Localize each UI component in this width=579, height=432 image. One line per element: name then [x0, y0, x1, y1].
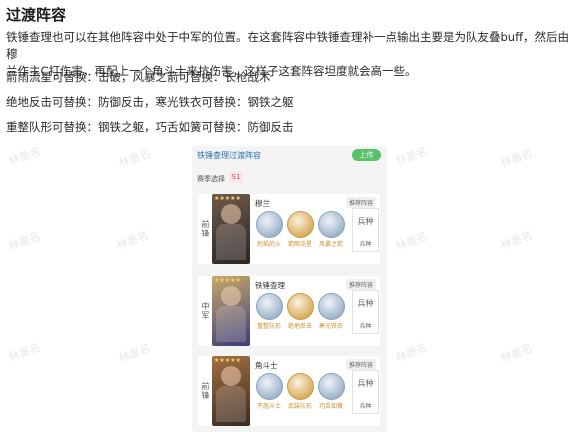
intro-line-1: 铁锤查理也可以在其他阵容中处于中军的位置。在这套阵容中铁锤查理补一点输出主要是为…	[6, 30, 570, 61]
hero-name: 铁锤查理	[255, 281, 285, 290]
lineup-card: 铁锤查理过渡阵容 上传 赛季选择 S1 前锋 ★★★★★ 穆兰 推荐阵容 烈焰的火 箭雨流…	[192, 146, 387, 432]
hero-body-icon	[216, 306, 246, 342]
skill-label: 寒光铁衣	[318, 323, 343, 330]
skill-label: 不屈斗士	[256, 403, 281, 410]
hero-role-label: 前锋	[201, 220, 210, 238]
replacement-line-1: 箭雨流星可替换：击破，风暴之箭可替换：长枪战术	[6, 70, 271, 84]
hero-figure-icon	[221, 366, 241, 386]
skill-icon[interactable]	[318, 293, 345, 320]
star-rating-icon: ★★★★★	[214, 277, 241, 284]
watermark: 林墨名	[498, 228, 535, 253]
skill-label: 风暴之箭	[318, 241, 343, 248]
troop-type-label: 兵种	[359, 403, 372, 410]
hero-figure-icon	[221, 204, 241, 224]
hero-body-icon	[216, 224, 246, 260]
season-label: 赛季选择	[197, 175, 225, 183]
skill-label: 重整队形	[256, 323, 281, 330]
hero-portrait[interactable]: ★★★★★	[212, 276, 250, 346]
skill-icon[interactable]	[256, 211, 283, 238]
replacement-line-3: 重整队形可替换：钢铁之躯，巧舌如簧可替换：防御反击	[6, 120, 294, 134]
troop-type-box[interactable]: 兵种 兵种	[352, 370, 379, 414]
watermark: 林墨名	[6, 340, 43, 365]
season-select[interactable]: S1	[229, 171, 243, 183]
section-title: 过渡阵容	[6, 6, 67, 24]
hero-name: 角斗士	[255, 361, 278, 370]
recommend-tag[interactable]: 推荐阵容	[346, 279, 377, 290]
troop-type-box[interactable]: 兵种 兵种	[352, 290, 379, 334]
watermark: 林墨名	[498, 341, 535, 366]
skill-icon[interactable]	[287, 293, 314, 320]
skill-label: 武装队形	[287, 403, 312, 410]
hero-role-label: 前锋	[201, 382, 210, 400]
skill-icon[interactable]	[287, 211, 314, 238]
skill-label: 绝地反击	[287, 323, 312, 330]
skill-icon[interactable]	[256, 373, 283, 400]
skill-label: 烈焰的火	[256, 241, 281, 248]
hero-figure-icon	[221, 286, 241, 306]
troop-type-box[interactable]: 兵种 兵种	[352, 208, 379, 252]
watermark: 林墨名	[393, 144, 430, 169]
skill-icon[interactable]	[318, 373, 345, 400]
hero-name: 穆兰	[255, 199, 270, 208]
lineup-card-title: 铁锤查理过渡阵容	[197, 151, 261, 160]
star-rating-icon: ★★★★★	[214, 195, 241, 202]
skill-label: 箭雨流星	[287, 241, 312, 248]
skill-icon[interactable]	[287, 373, 314, 400]
watermark: 林墨名	[393, 340, 430, 365]
replacement-line-2: 绝地反击可替换：防御反击，寒光铁衣可替换：钢铁之躯	[6, 95, 294, 109]
hero-portrait[interactable]: ★★★★★	[212, 356, 250, 426]
skill-icon[interactable]	[318, 211, 345, 238]
recommend-tag[interactable]: 推荐阵容	[346, 359, 377, 370]
watermark: 林墨名	[114, 228, 151, 253]
lineup-card-header: 铁锤查理过渡阵容 上传	[192, 146, 387, 166]
hero-portrait[interactable]: ★★★★★	[212, 194, 250, 264]
watermark: 林墨名	[116, 341, 153, 366]
upload-button[interactable]: 上传	[352, 149, 381, 161]
skill-icon[interactable]	[256, 293, 283, 320]
star-rating-icon: ★★★★★	[214, 357, 241, 364]
troop-type-icon: 兵种	[357, 299, 374, 308]
watermark: 林墨名	[6, 229, 43, 254]
hero-row: 前锋 ★★★★★ 穆兰 推荐阵容 烈焰的火 箭雨流星 风暴之箭 兵种 兵种	[198, 194, 380, 264]
skill-label: 巧舌如簧	[318, 403, 343, 410]
troop-type-icon: 兵种	[357, 217, 374, 226]
watermark: 林墨名	[6, 144, 43, 169]
hero-row: 中军 ★★★★★ 铁锤查理 推荐阵容 重整队形 绝地反击 寒光铁衣 兵种 兵种	[198, 276, 380, 346]
watermark: 林墨名	[498, 146, 535, 171]
hero-role-label: 中军	[201, 302, 210, 320]
watermark: 林墨名	[116, 146, 153, 171]
troop-type-label: 兵种	[359, 241, 372, 248]
hero-row: 前锋 ★★★★★ 角斗士 推荐阵容 不屈斗士 武装队形 巧舌如簧 兵种 兵种	[198, 356, 380, 426]
hero-body-icon	[216, 386, 246, 422]
recommend-tag[interactable]: 推荐阵容	[346, 197, 377, 208]
troop-type-icon: 兵种	[357, 379, 374, 388]
watermark: 林墨名	[393, 229, 430, 254]
troop-type-label: 兵种	[359, 323, 372, 330]
